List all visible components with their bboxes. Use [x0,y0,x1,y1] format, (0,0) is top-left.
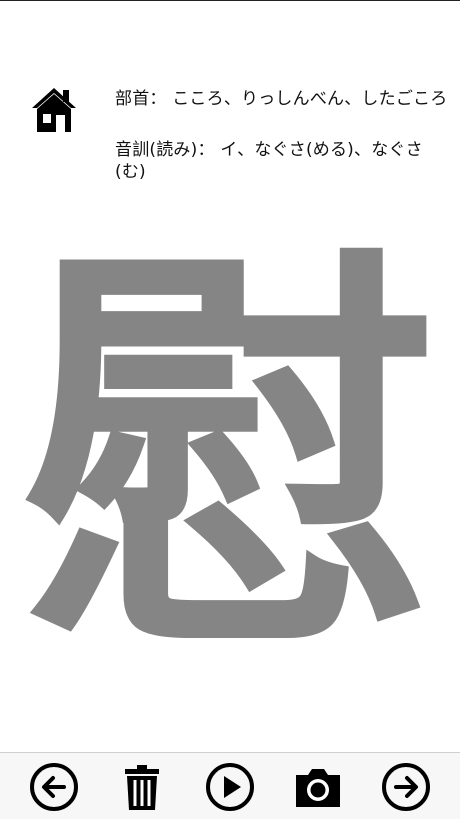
kanji-character: 慰 [20,212,440,705]
bottom-toolbar [0,752,460,819]
delete-button[interactable] [116,761,168,813]
home-button[interactable] [28,84,80,136]
radical-value: こころ、りっしんべん、したごころ [172,89,448,109]
previous-button[interactable] [28,761,80,813]
radical-label: 部首： [115,89,167,109]
next-button[interactable] [380,761,432,813]
reading-label: 音訓(読み)： [115,140,215,160]
kanji-display: 慰 [0,230,460,700]
play-circle-icon [206,763,254,811]
camera-button[interactable] [292,761,344,813]
radical-info: 部首： こころ、りっしんべん、したごころ [115,88,450,110]
camera-icon [296,769,340,807]
arrow-left-circle-icon [30,763,78,811]
trash-icon [125,765,159,810]
reading-info: 音訓(読み)： イ、なぐさ(める)、なぐさ(む) [115,139,450,183]
play-button[interactable] [204,761,256,813]
arrow-right-circle-icon [382,763,430,811]
top-divider [0,0,460,1]
home-icon [32,88,76,132]
